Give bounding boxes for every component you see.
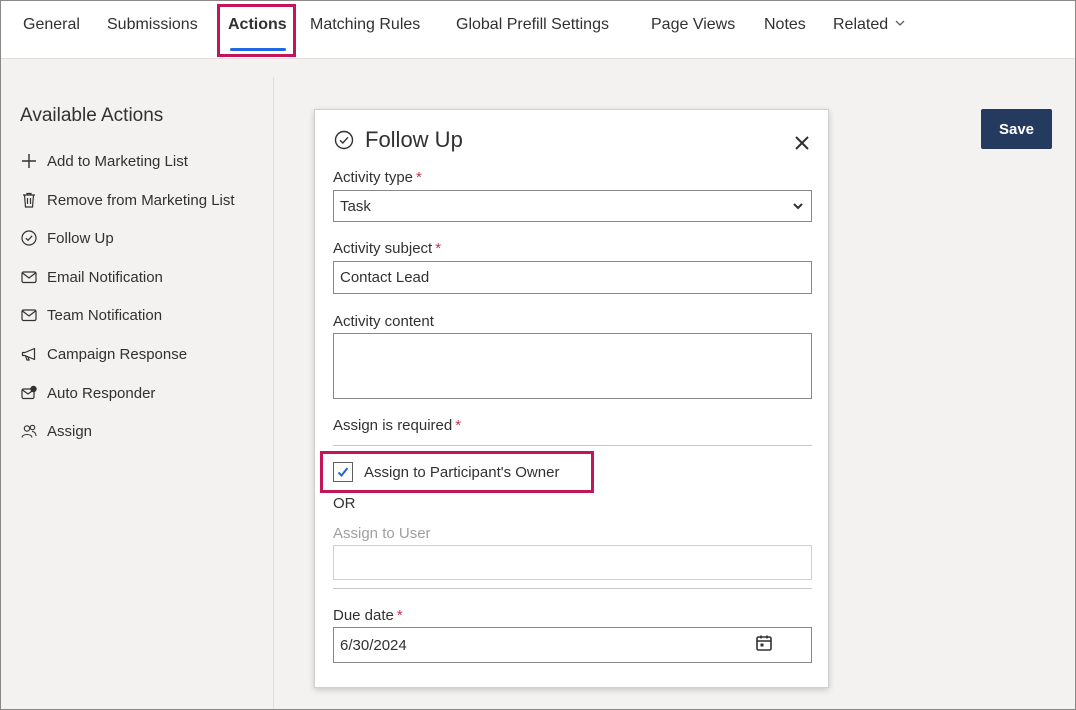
activity-subject-input[interactable]: Contact Lead (333, 261, 812, 294)
tab-bar: General Submissions Actions Matching Rul… (1, 1, 1075, 59)
action-follow-up[interactable]: Follow Up (19, 226, 114, 250)
action-label: Assign (47, 422, 93, 440)
tab-actions[interactable]: Actions (228, 15, 287, 35)
action-label: Auto Responder (47, 384, 156, 402)
or-separator: OR (333, 495, 356, 512)
chevron-down-icon (791, 199, 805, 217)
action-team-notification[interactable]: Team Notification (19, 303, 162, 327)
activity-type-value: Task (340, 197, 371, 215)
trash-icon (19, 190, 39, 210)
dialog-title: Follow Up (333, 127, 463, 153)
assign-user-input[interactable] (333, 545, 812, 580)
assign-user-label: Assign to User (333, 525, 431, 542)
due-date-input[interactable]: 6/30/2024 (333, 627, 812, 663)
dialog-title-text: Follow Up (365, 127, 463, 152)
chevron-down-icon (894, 15, 906, 35)
tab-submissions[interactable]: Submissions (107, 15, 198, 35)
action-email-notification[interactable]: Email Notification (19, 265, 163, 289)
assign-required-label: Assign is required * (333, 417, 462, 434)
activity-content-textarea[interactable] (333, 333, 812, 399)
plus-icon (19, 151, 39, 171)
close-button[interactable] (791, 132, 813, 154)
tab-page-views[interactable]: Page Views (651, 15, 735, 35)
activity-type-label: Activity type * (333, 169, 422, 186)
save-button[interactable]: Save (981, 109, 1052, 149)
activity-content-label: Activity content (333, 313, 434, 330)
activity-subject-value: Contact Lead (340, 269, 430, 286)
tab-matching-rules[interactable]: Matching Rules (310, 15, 420, 35)
assign-owner-label: Assign to Participant's Owner (364, 463, 560, 481)
calendar-icon[interactable] (755, 634, 773, 656)
divider (333, 588, 812, 589)
action-label: Team Notification (47, 306, 163, 324)
action-label: Email Notification (47, 268, 163, 286)
panel-title: Available Actions (20, 105, 164, 126)
action-label: Remove from Marketing List (47, 191, 235, 209)
action-label: Campaign Response (47, 345, 188, 363)
tab-related-label: Related (833, 16, 889, 33)
action-label: Follow Up (47, 229, 114, 247)
tab-related[interactable]: Related (833, 15, 906, 35)
follow-up-dialog: Follow Up Activity type * Task Activity s… (314, 109, 829, 688)
activity-subject-label: Activity subject * (333, 240, 442, 257)
check-circle-icon (333, 129, 355, 151)
due-date-value: 6/30/2024 (340, 636, 407, 654)
due-date-label: Due date * (333, 607, 403, 624)
tab-general[interactable]: General (23, 15, 80, 35)
active-tab-indicator (230, 48, 286, 51)
tab-notes[interactable]: Notes (764, 15, 806, 35)
check-circle-icon (19, 228, 39, 248)
divider (333, 445, 812, 446)
action-add-to-marketing-list[interactable]: Add to Marketing List (19, 149, 188, 173)
action-campaign-response[interactable]: Campaign Response (19, 342, 187, 366)
action-remove-from-marketing-list[interactable]: Remove from Marketing List (19, 188, 235, 212)
activity-type-select[interactable]: Task (333, 190, 812, 222)
app-frame: General Submissions Actions Matching Rul… (0, 0, 1076, 710)
mail-icon (19, 305, 39, 325)
assign-owner-checkbox-row[interactable]: Assign to Participant's Owner (333, 462, 559, 482)
action-auto-responder[interactable]: Auto Responder (19, 381, 155, 405)
action-label: Add to Marketing List (47, 152, 188, 170)
checkmark-icon (337, 467, 349, 477)
megaphone-icon (19, 344, 39, 364)
assign-owner-checkbox[interactable] (333, 462, 353, 482)
available-actions-panel: Available Actions Add to Marketing List … (1, 77, 274, 709)
people-icon (19, 421, 39, 441)
tab-global-prefill-settings[interactable]: Global Prefill Settings (456, 15, 609, 35)
action-assign[interactable]: Assign (19, 419, 92, 443)
close-icon (795, 136, 809, 150)
mail-icon (19, 267, 39, 287)
mail-reply-icon (19, 383, 39, 403)
